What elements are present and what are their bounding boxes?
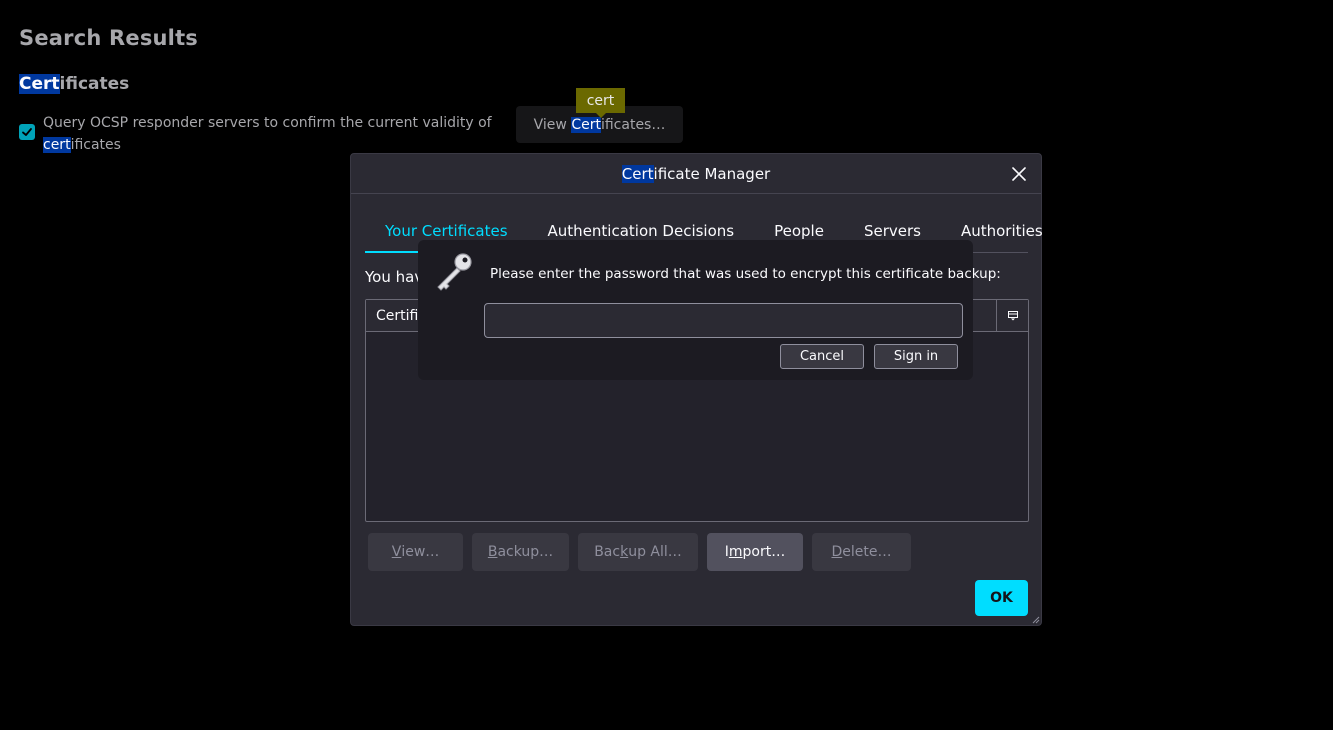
certificate-manager-dialog: Cert ificate Manager Your Certificates Au… — [350, 153, 1043, 626]
cancel-button[interactable]: Cancel — [780, 344, 864, 369]
accesskey: V — [391, 544, 402, 560]
accesskey: D — [831, 544, 843, 560]
tab-description: You hav — [365, 268, 424, 286]
delete-button[interactable]: Delete… — [812, 533, 911, 571]
checkmark-icon — [22, 128, 32, 136]
ocsp-text-before: Query OCSP responder servers to confirm … — [43, 115, 492, 131]
import-button[interactable]: Im port… — [707, 533, 803, 571]
button-label: iew… — [401, 544, 440, 560]
ocsp-text-after: ificates — [70, 137, 121, 153]
column-picker-icon[interactable] — [996, 300, 1028, 331]
search-results-title: Search Results — [19, 26, 199, 50]
search-highlight: Cert — [571, 116, 601, 133]
backup-all-button[interactable]: Bac k up All… — [578, 533, 698, 571]
view-certificates-before: View — [533, 116, 572, 133]
button-label: port… — [742, 544, 786, 560]
certificate-actions: View… Backup… Bac k up All… Im port… Delete… — [368, 533, 911, 571]
key-icon — [437, 253, 472, 291]
certificates-section-heading: Certificates — [19, 74, 129, 94]
password-field[interactable] — [484, 303, 963, 338]
accesskey: k — [620, 544, 629, 560]
close-icon[interactable] — [1009, 164, 1029, 184]
view-certificates-after: ificates… — [600, 116, 666, 133]
page: Search Results Certificates Query OCSP r… — [0, 0, 1333, 730]
backup-button[interactable]: Backup… — [472, 533, 569, 571]
column-certificate-name: Certifi — [376, 308, 419, 324]
search-term-tooltip: cert — [576, 88, 625, 118]
password-prompt-message: Please enter the password that was used … — [490, 266, 1001, 282]
button-label: ackup… — [497, 544, 554, 560]
button-label: up All… — [628, 544, 682, 560]
accesskey: B — [487, 544, 498, 560]
ocsp-checkbox-label: Query OCSP responder servers to confirm … — [43, 112, 513, 156]
resize-grip-icon[interactable] — [1030, 614, 1040, 624]
search-highlight: Cert — [19, 74, 60, 94]
dialog-title-rest: ificate Manager — [653, 164, 771, 183]
sign-in-button[interactable]: Sign in — [874, 344, 958, 369]
password-prompt-dialog: Please enter the password that was used … — [418, 240, 1001, 380]
ocsp-checkbox[interactable] — [19, 124, 35, 140]
button-label: elete… — [842, 544, 892, 560]
accesskey: m — [728, 544, 743, 560]
view-button[interactable]: View… — [368, 533, 463, 571]
search-highlight: Cert — [621, 164, 654, 183]
dialog-title: Cert ificate Manager — [351, 154, 1041, 194]
section-heading-rest: ificates — [59, 74, 130, 94]
button-label: Bac — [594, 544, 621, 560]
search-highlight: cert — [43, 137, 71, 153]
ok-button[interactable]: OK — [975, 580, 1028, 616]
